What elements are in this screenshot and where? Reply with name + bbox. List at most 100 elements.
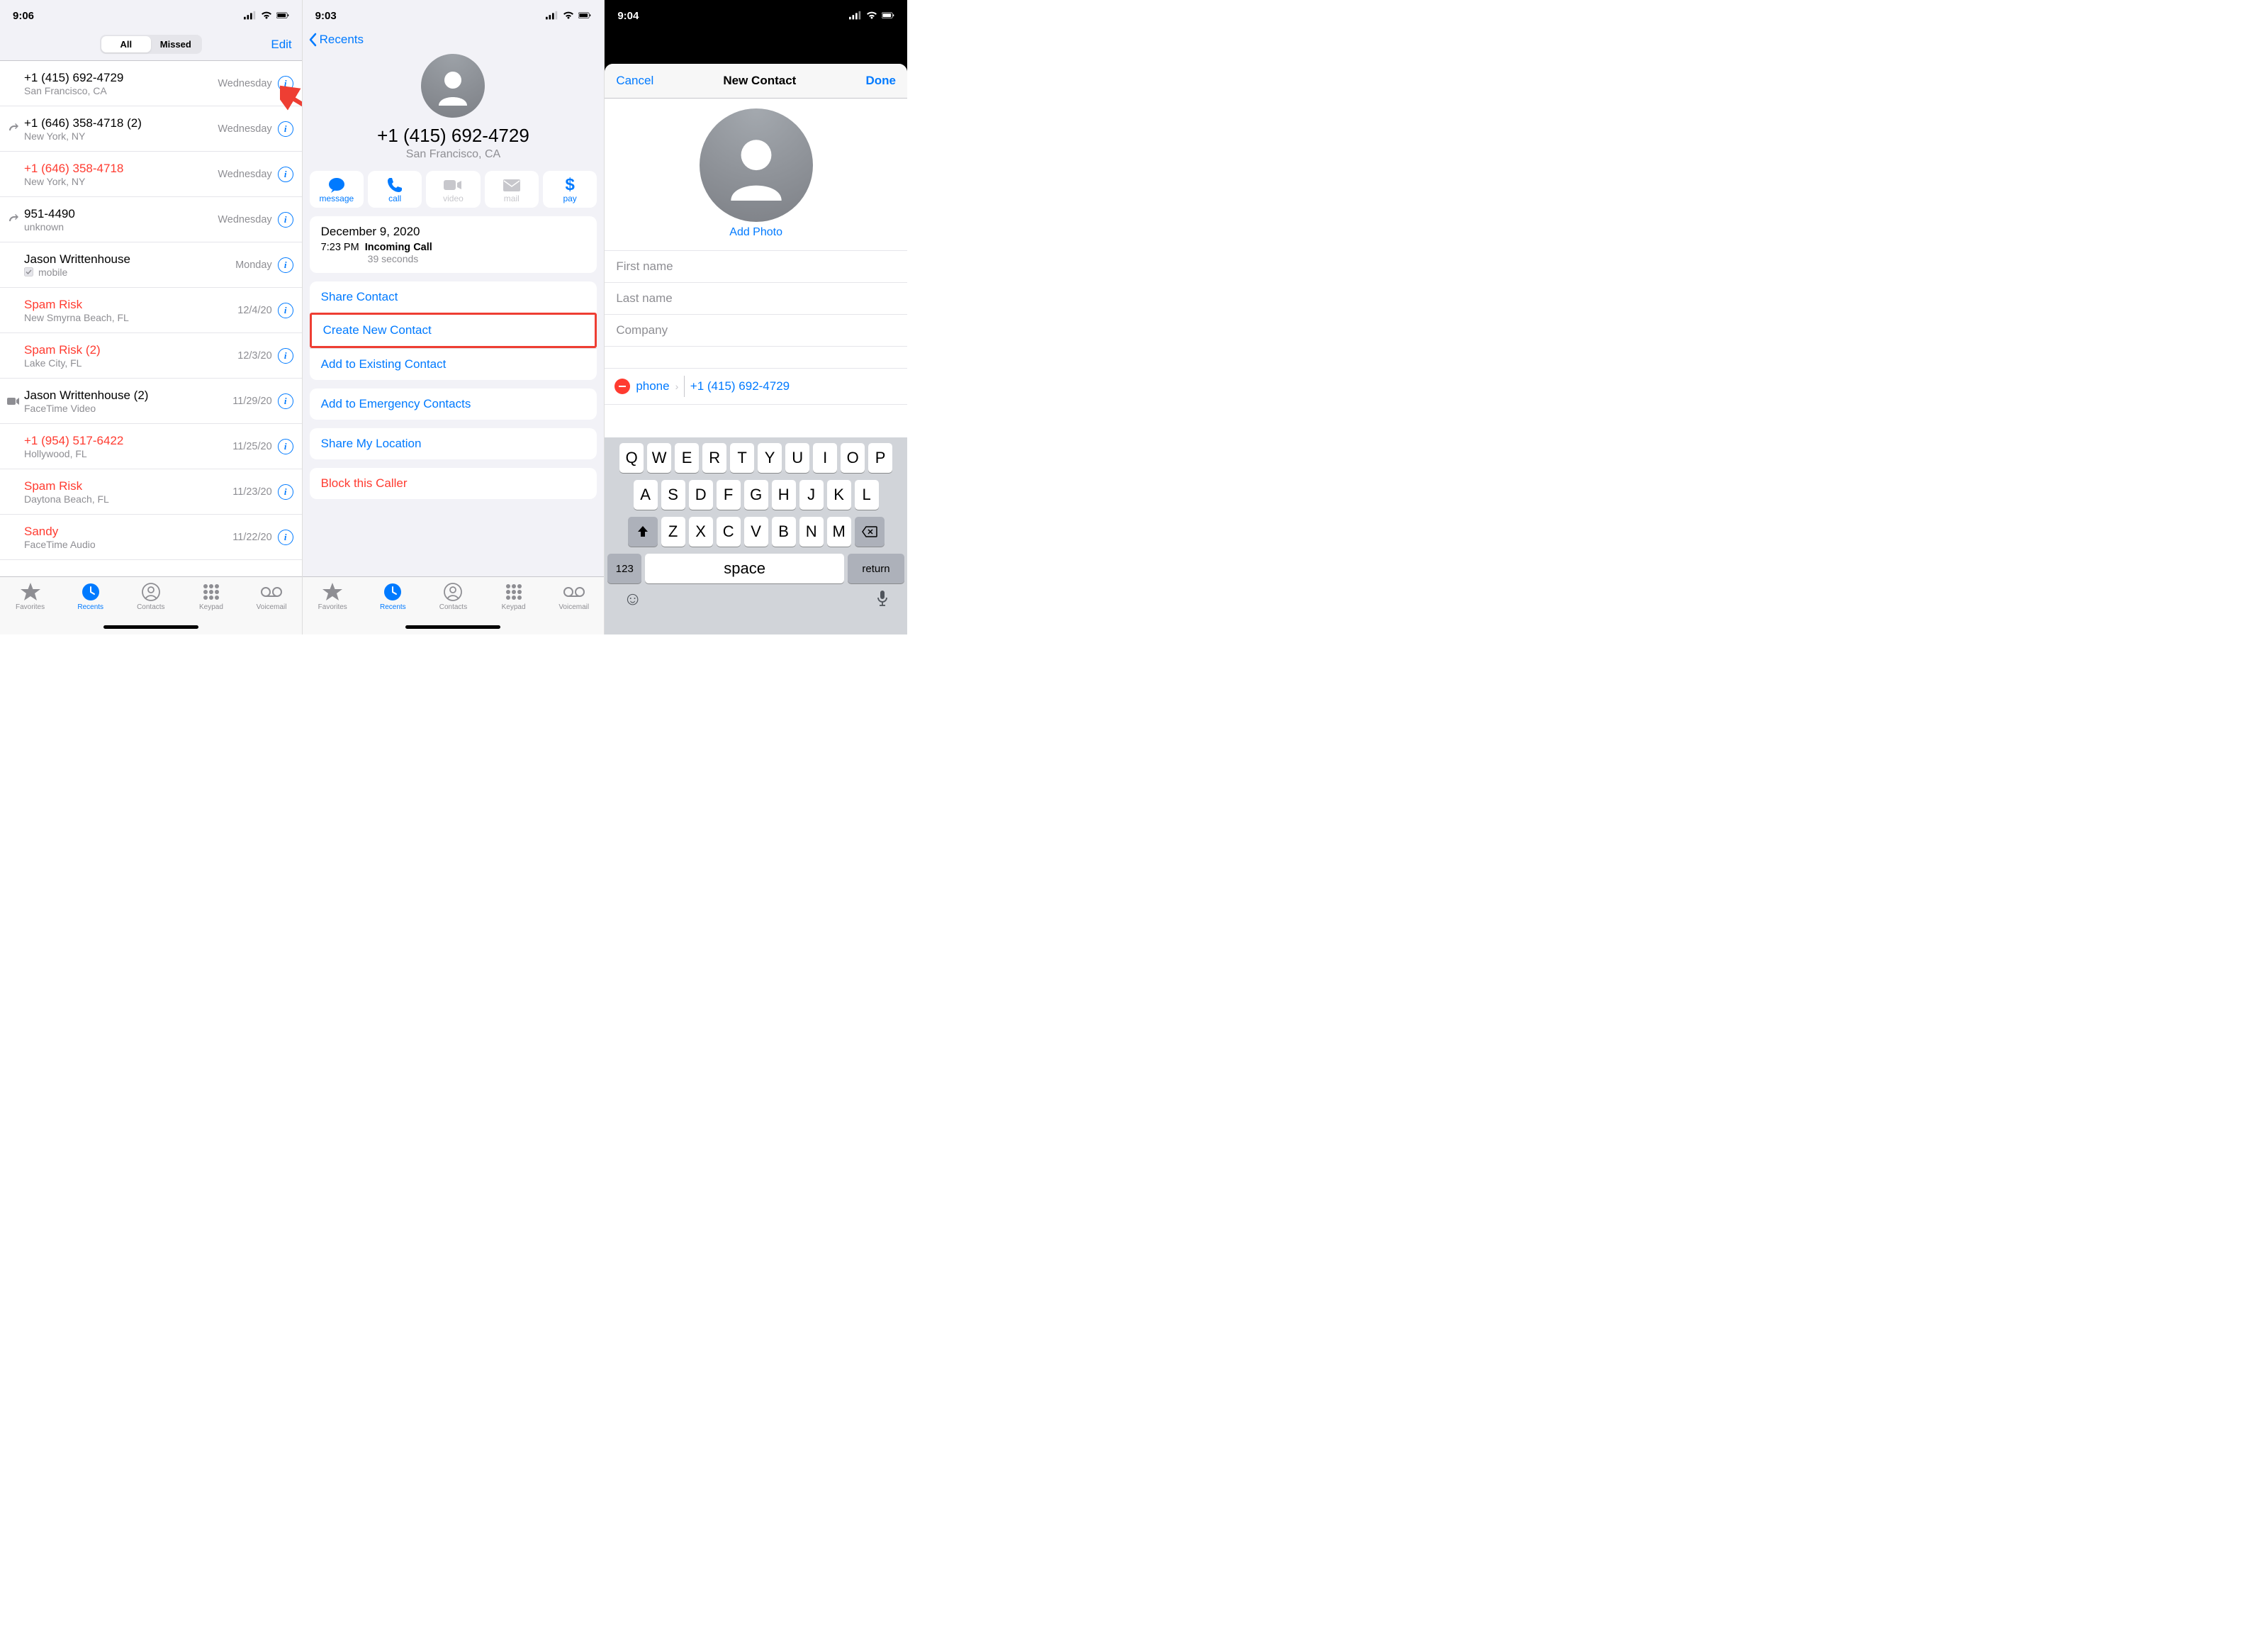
voicemail-icon — [563, 582, 585, 602]
key-b[interactable]: B — [772, 517, 796, 547]
tab-contacts[interactable]: Contacts — [427, 582, 478, 611]
tab-contacts[interactable]: Contacts — [125, 582, 176, 611]
key-f[interactable]: F — [717, 480, 741, 510]
key-j[interactable]: J — [799, 480, 824, 510]
key-h[interactable]: H — [772, 480, 796, 510]
segment-all[interactable]: All — [101, 36, 151, 52]
key-r[interactable]: R — [702, 443, 726, 473]
recents-list[interactable]: +1 (415) 692-4729San Francisco, CAWednes… — [0, 61, 302, 576]
tab-recents[interactable]: Recents — [367, 582, 418, 611]
return-key[interactable]: return — [848, 554, 904, 583]
key-o[interactable]: O — [841, 443, 865, 473]
action-add-to-existing-contact[interactable]: Add to Existing Contact — [310, 348, 597, 380]
segment-missed[interactable]: Missed — [151, 36, 201, 52]
key-l[interactable]: L — [855, 480, 879, 510]
cancel-button[interactable]: Cancel — [616, 74, 653, 88]
call-row[interactable]: +1 (954) 517-6422Hollywood, FL11/25/20i — [0, 424, 302, 469]
info-icon[interactable]: i — [278, 393, 293, 409]
phone-edit-row[interactable]: phone › +1 (415) 692-4729 — [605, 368, 907, 405]
dictate-key[interactable] — [876, 589, 889, 608]
screen-new-contact: 9:04 Cancel New Contact Done Add Photo F… — [605, 0, 907, 634]
numbers-key[interactable]: 123 — [607, 554, 641, 583]
key-n[interactable]: N — [799, 517, 824, 547]
info-icon[interactable]: i — [278, 212, 293, 228]
back-button[interactable]: Recents — [303, 28, 605, 51]
info-icon[interactable]: i — [278, 530, 293, 545]
space-key[interactable]: space — [645, 554, 844, 583]
action-pay[interactable]: $pay — [543, 171, 597, 208]
first-name-field[interactable]: First name — [605, 250, 907, 283]
done-button[interactable]: Done — [865, 74, 896, 88]
backspace-key[interactable] — [855, 517, 885, 547]
call-row[interactable]: 951-4490unknownWednesdayi — [0, 197, 302, 242]
key-a[interactable]: A — [634, 480, 658, 510]
call-row[interactable]: Spam Risk (2)Lake City, FL12/3/20i — [0, 333, 302, 379]
segment-control[interactable]: All Missed — [100, 35, 202, 54]
info-icon[interactable]: i — [278, 257, 293, 273]
key-m[interactable]: M — [827, 517, 851, 547]
key-u[interactable]: U — [785, 443, 809, 473]
info-icon[interactable]: i — [278, 348, 293, 364]
phone-label[interactable]: phone — [636, 379, 669, 393]
tab-keypad[interactable]: Keypad — [488, 582, 539, 611]
key-w[interactable]: W — [647, 443, 671, 473]
tab-keypad[interactable]: Keypad — [186, 582, 237, 611]
call-date: 11/29/20 — [232, 396, 271, 407]
action-message[interactable]: message — [310, 171, 364, 208]
key-v[interactable]: V — [744, 517, 768, 547]
call-name: +1 (415) 692-4729 — [24, 71, 218, 85]
block-card: Block this Caller — [310, 468, 597, 499]
edit-button[interactable]: Edit — [271, 38, 291, 52]
call-row[interactable]: Spam RiskDaytona Beach, FL11/23/20i — [0, 469, 302, 515]
key-k[interactable]: K — [827, 480, 851, 510]
call-duration: 39 seconds — [368, 253, 586, 264]
company-field[interactable]: Company — [605, 315, 907, 347]
call-row[interactable]: +1 (646) 358-4718New York, NYWednesdayi — [0, 152, 302, 197]
tab-label: Recents — [77, 603, 103, 611]
tab-voicemail[interactable]: Voicemail — [549, 582, 600, 611]
action-create-new-contact[interactable]: Create New Contact — [310, 313, 597, 348]
call-row[interactable]: +1 (646) 358-4718 (2)New York, NYWednesd… — [0, 106, 302, 152]
key-i[interactable]: I — [813, 443, 837, 473]
info-icon[interactable]: i — [278, 167, 293, 182]
last-name-field[interactable]: Last name — [605, 283, 907, 315]
call-row[interactable]: SandyFaceTime Audio11/22/20i — [0, 515, 302, 560]
add-photo-button[interactable]: Add Photo — [605, 226, 907, 239]
key-s[interactable]: S — [661, 480, 685, 510]
info-icon[interactable]: i — [278, 303, 293, 318]
info-icon[interactable]: i — [278, 484, 293, 500]
contact-avatar[interactable] — [700, 108, 813, 222]
key-c[interactable]: C — [717, 517, 741, 547]
action-call[interactable]: call — [368, 171, 422, 208]
phone-value[interactable]: +1 (415) 692-4729 — [690, 379, 897, 393]
key-d[interactable]: D — [689, 480, 713, 510]
call-row[interactable]: Spam RiskNew Smyrna Beach, FL12/4/20i — [0, 288, 302, 333]
key-p[interactable]: P — [868, 443, 892, 473]
call-date: Monday — [235, 259, 272, 271]
key-g[interactable]: G — [744, 480, 768, 510]
key-x[interactable]: X — [689, 517, 713, 547]
call-row[interactable]: Jason WrittenhousemobileMondayi — [0, 242, 302, 288]
call-row[interactable]: Jason Writtenhouse (2)FaceTime Video11/2… — [0, 379, 302, 424]
status-time: 9:06 — [13, 10, 34, 22]
key-t[interactable]: T — [730, 443, 754, 473]
tab-recents[interactable]: Recents — [65, 582, 116, 611]
action-add-to-emergency-contacts[interactable]: Add to Emergency Contacts — [310, 388, 597, 420]
action-block-this-caller[interactable]: Block this Caller — [310, 468, 597, 499]
key-z[interactable]: Z — [661, 517, 685, 547]
tab-favorites[interactable]: Favorites — [307, 582, 358, 611]
key-q[interactable]: Q — [619, 443, 644, 473]
action-share-contact[interactable]: Share Contact — [310, 281, 597, 313]
remove-icon[interactable] — [614, 379, 630, 394]
action-share-my-location[interactable]: Share My Location — [310, 428, 597, 459]
call-sub: FaceTime Video — [24, 403, 232, 414]
key-y[interactable]: Y — [758, 443, 782, 473]
call-row[interactable]: +1 (415) 692-4729San Francisco, CAWednes… — [0, 61, 302, 106]
emoji-key[interactable]: ☺ — [623, 588, 642, 610]
tab-voicemail[interactable]: Voicemail — [246, 582, 297, 611]
tab-favorites[interactable]: Favorites — [5, 582, 56, 611]
shift-key[interactable] — [628, 517, 658, 547]
info-icon[interactable]: i — [278, 439, 293, 454]
keyboard[interactable]: QWERTYUIOP ASDFGHJKL ZXCVBNM 123 space r… — [605, 437, 907, 634]
key-e[interactable]: E — [675, 443, 699, 473]
